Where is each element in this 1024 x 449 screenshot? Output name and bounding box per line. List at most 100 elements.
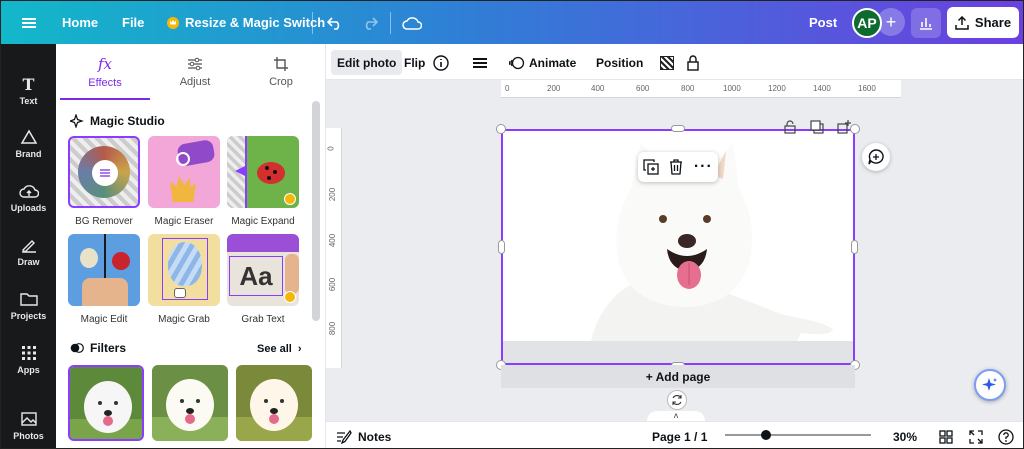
lock-icon[interactable] bbox=[686, 50, 700, 75]
ruler-tick: 0 bbox=[326, 146, 336, 151]
border-style-icon[interactable] bbox=[472, 50, 488, 75]
page-indicator[interactable]: Page 1 / 1 bbox=[652, 422, 707, 448]
zoom-percent[interactable]: 30% bbox=[893, 422, 917, 448]
cloud-save-icon[interactable] bbox=[402, 1, 422, 44]
canva-editor: Home File Resize & Magic Switch Post + A… bbox=[0, 0, 1024, 449]
animate-label: Animate bbox=[529, 55, 577, 70]
share-label: Share bbox=[974, 15, 1012, 30]
pro-crown-icon bbox=[284, 291, 296, 303]
photo-icon bbox=[20, 412, 37, 426]
magic-expand-tile[interactable] bbox=[227, 136, 299, 208]
see-all-label: See all bbox=[257, 343, 292, 355]
animate-button[interactable]: Animate bbox=[509, 50, 576, 75]
tool-label: Grab Text bbox=[241, 314, 285, 325]
more-options-icon[interactable]: ··· bbox=[694, 159, 713, 175]
home-link[interactable]: Home bbox=[62, 1, 98, 44]
active-tab-indicator bbox=[60, 98, 150, 100]
resize-handle[interactable] bbox=[850, 124, 860, 134]
filters-icon bbox=[70, 343, 84, 353]
resize-handle[interactable] bbox=[496, 124, 506, 134]
animate-icon bbox=[509, 56, 525, 69]
tab-effects[interactable]: fx Effects bbox=[60, 44, 150, 100]
zoom-slider-track[interactable] bbox=[725, 434, 871, 436]
duplicate-page-icon[interactable] bbox=[810, 120, 824, 134]
copy-icon[interactable] bbox=[643, 159, 659, 175]
magic-edit-tile[interactable] bbox=[68, 234, 140, 306]
element-floating-menu: ··· bbox=[638, 152, 718, 182]
tab-adjust[interactable]: Adjust bbox=[150, 44, 240, 100]
aa-sample-text: Aa bbox=[229, 256, 283, 296]
magic-eraser-tile[interactable] bbox=[148, 136, 220, 208]
transparency-icon[interactable] bbox=[660, 50, 674, 75]
sparkle-icon bbox=[70, 114, 84, 128]
add-page-icon[interactable] bbox=[837, 120, 851, 134]
rail-item-draw[interactable]: Draw bbox=[1, 226, 56, 278]
redo-icon[interactable] bbox=[361, 1, 379, 44]
brand-icon bbox=[20, 129, 37, 144]
refresh-icon[interactable] bbox=[667, 390, 687, 410]
filter-thumb-original[interactable] bbox=[68, 365, 144, 441]
tab-crop[interactable]: Crop bbox=[236, 44, 326, 100]
pro-crown-icon bbox=[284, 193, 296, 205]
resize-handle[interactable] bbox=[851, 240, 858, 254]
resize-handle[interactable] bbox=[671, 125, 685, 132]
info-icon[interactable] bbox=[433, 50, 449, 75]
file-menu[interactable]: File bbox=[122, 1, 144, 44]
divider bbox=[312, 12, 313, 34]
magic-assistant-icon[interactable] bbox=[974, 369, 1006, 401]
help-icon[interactable] bbox=[998, 422, 1014, 448]
tool-label: Magic Eraser bbox=[154, 216, 214, 227]
zoom-slider-handle[interactable] bbox=[761, 430, 771, 440]
ruler-tick: 800 bbox=[681, 84, 695, 93]
tool-label: Magic Expand bbox=[231, 216, 295, 227]
insights-icon[interactable] bbox=[911, 8, 941, 38]
rail-item-brand[interactable]: Brand bbox=[1, 118, 56, 170]
flip-button[interactable]: Flip bbox=[404, 50, 425, 75]
rail-label: Brand bbox=[15, 149, 42, 159]
folder-icon bbox=[19, 293, 38, 306]
panel-scrollbar[interactable] bbox=[312, 101, 320, 321]
tab-label: Crop bbox=[269, 76, 293, 88]
crop-icon bbox=[274, 57, 288, 71]
horizontal-ruler: 0 200 400 600 800 1000 1200 1400 1600 bbox=[501, 80, 901, 98]
ruler-tick: 800 bbox=[328, 321, 338, 336]
magic-grab-tile[interactable] bbox=[148, 234, 220, 306]
ruler-tick: 400 bbox=[328, 233, 338, 248]
resize-button[interactable]: Resize & Magic Switch bbox=[167, 1, 325, 44]
share-button[interactable]: Share bbox=[947, 7, 1019, 38]
chevron-right-icon: › bbox=[297, 343, 302, 355]
filter-thumb[interactable] bbox=[152, 365, 228, 441]
resize-handle[interactable] bbox=[498, 240, 505, 254]
vertical-ruler: 0 200 400 600 800 bbox=[326, 128, 342, 368]
add-page-button[interactable]: + Add page bbox=[501, 365, 855, 388]
rail-item-uploads[interactable]: Uploads bbox=[1, 172, 56, 224]
rail-item-apps[interactable]: Apps bbox=[1, 334, 56, 386]
bg-remover-tile[interactable] bbox=[68, 136, 140, 208]
ruler-tick: 400 bbox=[591, 84, 605, 93]
post-label[interactable]: Post bbox=[809, 1, 837, 44]
rail-label: Projects bbox=[10, 311, 47, 321]
fullscreen-icon[interactable] bbox=[969, 422, 983, 448]
sliders-icon bbox=[188, 57, 202, 71]
undo-icon[interactable] bbox=[326, 1, 344, 44]
edit-photo-button[interactable]: Edit photo bbox=[331, 50, 403, 75]
lock-page-icon[interactable] bbox=[783, 120, 797, 134]
rail-item-photos[interactable]: Photos bbox=[1, 400, 56, 448]
ruler-tick: 1600 bbox=[858, 84, 876, 93]
menu-icon[interactable] bbox=[17, 1, 41, 44]
grid-view-icon[interactable] bbox=[939, 422, 953, 448]
filter-thumb[interactable] bbox=[236, 365, 312, 441]
add-comment-icon[interactable] bbox=[862, 143, 890, 171]
notes-button[interactable]: Notes bbox=[336, 422, 391, 448]
ruler-tick: 200 bbox=[328, 187, 338, 202]
see-all-link[interactable]: See all › bbox=[257, 343, 302, 355]
trash-icon[interactable] bbox=[669, 159, 683, 175]
magic-studio-title: Magic Studio bbox=[90, 114, 165, 128]
avatar[interactable]: AP bbox=[852, 8, 882, 38]
grab-text-tile[interactable]: Aa bbox=[227, 234, 299, 306]
filters-heading: Filters bbox=[70, 341, 126, 355]
rail-item-text[interactable]: T Text bbox=[1, 64, 56, 116]
rail-item-projects[interactable]: Projects bbox=[1, 280, 56, 332]
ruler-tick: 600 bbox=[328, 277, 338, 292]
position-button[interactable]: Position bbox=[596, 50, 643, 75]
